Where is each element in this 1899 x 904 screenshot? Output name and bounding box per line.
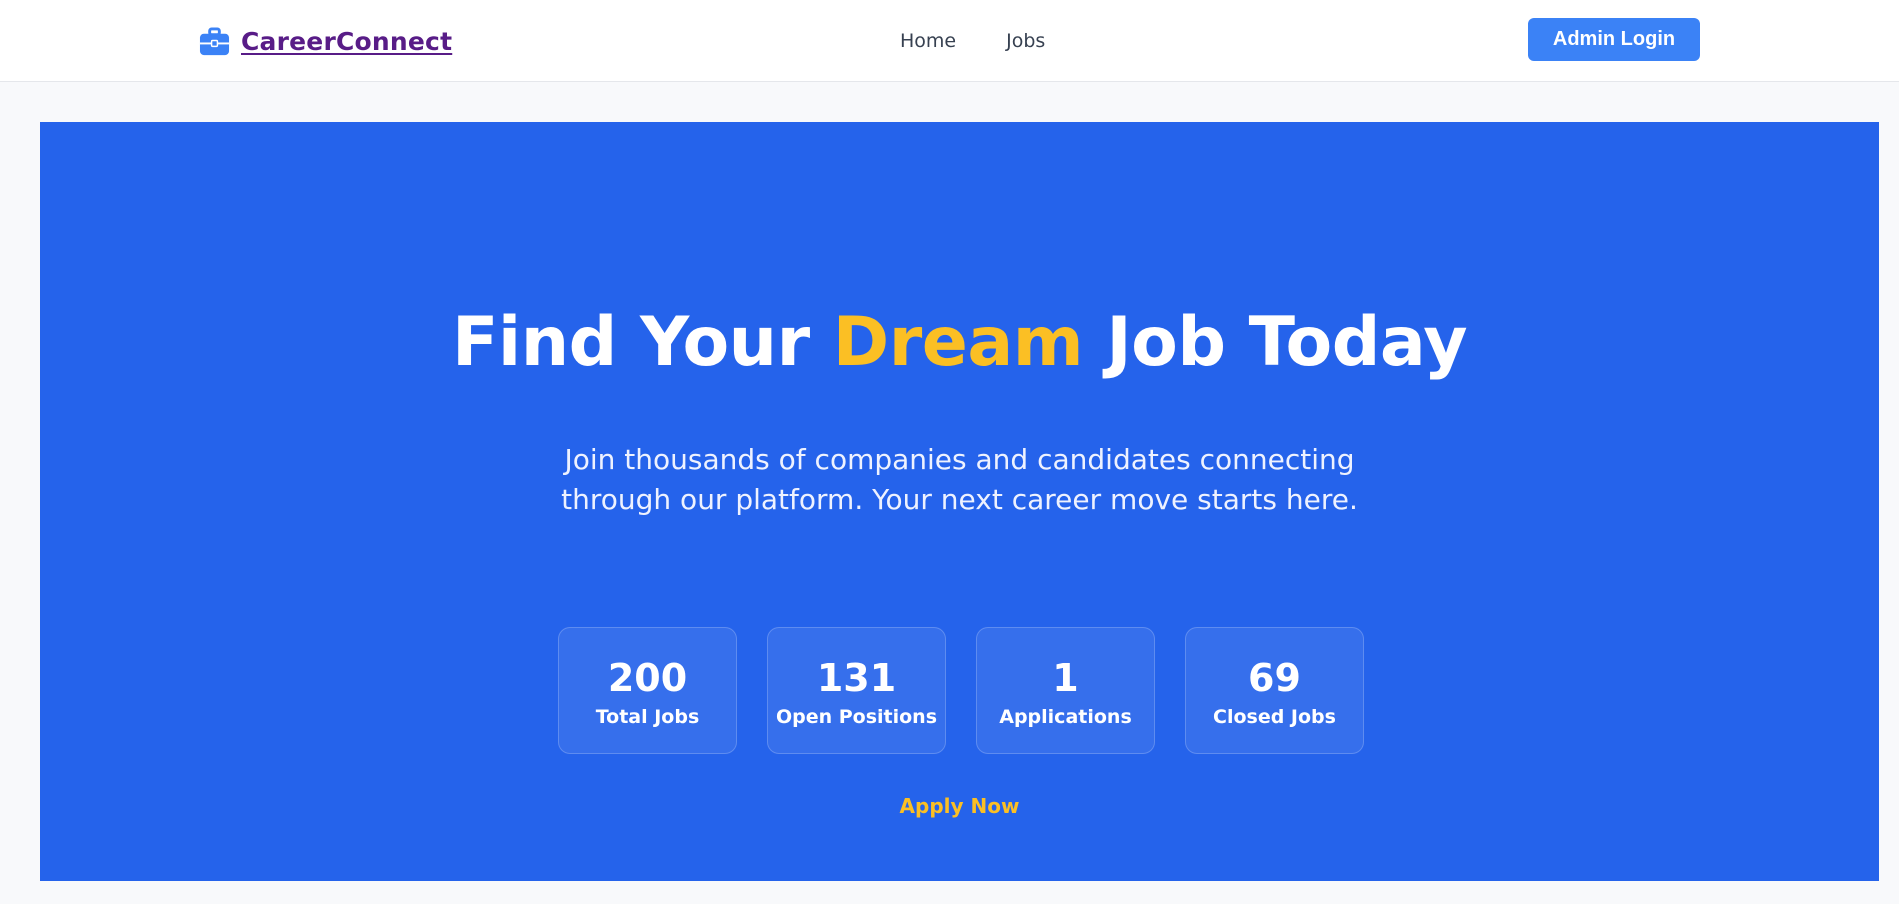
stat-card-total-jobs: 200 Total Jobs	[558, 627, 737, 754]
stat-value: 1	[1052, 655, 1079, 700]
hero-title-start: Find Your	[451, 303, 833, 382]
apply-now-link[interactable]: Apply Now	[40, 794, 1879, 818]
stat-value: 131	[816, 655, 897, 700]
stat-card-open-positions: 131 Open Positions	[767, 627, 946, 754]
hero-subtitle: Join thousands of companies and candidat…	[40, 440, 1879, 520]
stat-label: Applications	[999, 705, 1132, 728]
stat-value: 200	[607, 655, 688, 700]
stats-row: 200 Total Jobs 131 Open Positions 1 Appl…	[558, 627, 1364, 754]
nav-link-home[interactable]: Home	[900, 30, 956, 52]
stat-value: 69	[1248, 655, 1301, 700]
hero-title: Find Your Dream Job Today	[40, 302, 1879, 384]
stat-label: Total Jobs	[595, 705, 700, 728]
hero-title-accent: Dream	[832, 303, 1084, 382]
admin-login-button[interactable]: Admin Login	[1528, 18, 1700, 61]
brand-link[interactable]: CareerConnect	[199, 22, 452, 60]
stat-card-applications: 1 Applications	[976, 627, 1155, 754]
stat-label: Closed Jobs	[1213, 705, 1336, 728]
hero-section: Find Your Dream Job Today Join thousands…	[40, 122, 1879, 881]
main-nav: Home Jobs	[900, 26, 1045, 56]
stat-label: Open Positions	[775, 705, 938, 728]
navbar: CareerConnect Home Jobs Admin Login	[0, 0, 1899, 82]
hero-subtitle-line-1: Join thousands of companies and candidat…	[564, 443, 1355, 476]
nav-link-jobs[interactable]: Jobs	[1006, 30, 1045, 52]
hero-title-end: Job Today	[1083, 303, 1468, 382]
brand-name: CareerConnect	[241, 26, 453, 56]
stat-card-closed-jobs: 69 Closed Jobs	[1185, 627, 1364, 754]
hero-subtitle-line-2: through our platform. Your next career m…	[561, 483, 1358, 516]
briefcase-icon	[199, 26, 230, 55]
